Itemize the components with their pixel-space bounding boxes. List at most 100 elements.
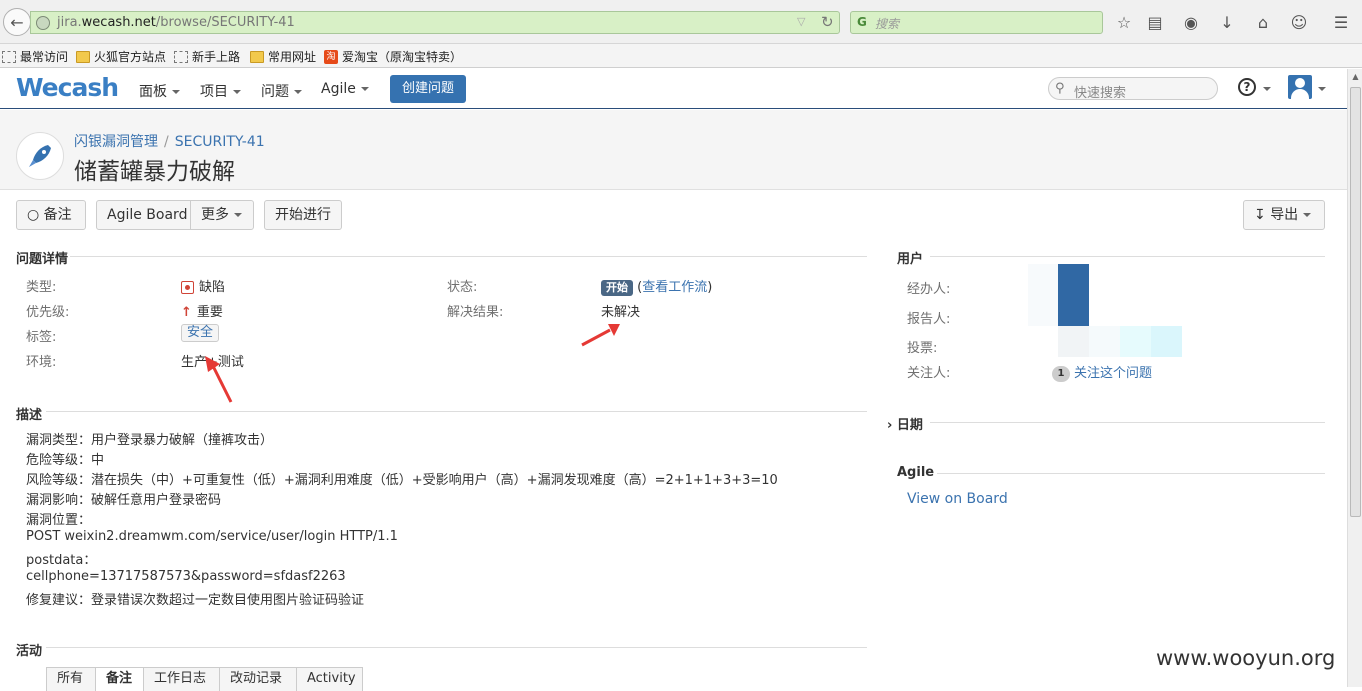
dates-section-toggle[interactable]: › 日期: [887, 414, 923, 433]
tab-worklog[interactable]: 工作日志: [143, 667, 220, 691]
issue-header: 闪银漏洞管理 / SECURITY-41 储蓄罐暴力破解: [0, 110, 1347, 190]
environment-value: 生产+测试: [181, 355, 244, 370]
description-line: POST weixin2.dreamwm.com/service/user/lo…: [26, 529, 398, 544]
chevron-right-icon: ›: [887, 418, 893, 433]
browser-toolbar: ← jira.wecash.net/browse/SECURITY-41 ▽ ↻…: [0, 0, 1362, 44]
watchers-label: 关注人:: [907, 366, 951, 381]
help-caret-icon[interactable]: [1263, 87, 1271, 91]
folder-icon: [76, 50, 90, 63]
annotation-arrow-resolution: [581, 324, 620, 347]
url-dropdown-icon[interactable]: ▽: [797, 15, 805, 28]
breadcrumb: 闪银漏洞管理 / SECURITY-41: [74, 134, 265, 150]
watermark: www.wooyun.org: [1156, 646, 1336, 670]
labels-label: 标签:: [26, 330, 57, 345]
search-engine-icon[interactable]: G: [857, 15, 867, 29]
nav-dashboards[interactable]: 面板: [139, 81, 180, 101]
tab-history[interactable]: 改动记录: [219, 667, 297, 691]
bookmarks-bar: 最常访问 火狐官方站点 新手上路 常用网址 淘爱淘宝（原淘宝特卖）: [0, 44, 1362, 68]
quick-search-input[interactable]: ⚲ 快速搜索: [1048, 77, 1218, 101]
bookmark-getting-started[interactable]: 新手上路: [174, 48, 240, 65]
type-value: 缺陷: [181, 276, 225, 295]
reading-list-icon[interactable]: ▤: [1144, 11, 1166, 33]
user-avatar[interactable]: [1288, 75, 1312, 99]
comment-button[interactable]: ○ 备注: [16, 200, 86, 230]
more-button[interactable]: 更多: [190, 200, 254, 230]
taobao-icon: 淘: [324, 49, 338, 64]
redacted-block: [1058, 326, 1089, 357]
description-divider: [46, 411, 867, 412]
folder-icon: [250, 50, 264, 63]
redacted-block: [1028, 264, 1058, 326]
wecash-logo[interactable]: Wecash: [16, 73, 119, 102]
tab-comments[interactable]: 备注: [95, 667, 144, 691]
status-label: 状态:: [447, 280, 478, 295]
description-line: 风险等级：潜在损失（中）+可重复性（低）+漏洞利用难度（低）+受影响用户（高）+…: [26, 473, 778, 488]
globe-icon: [36, 16, 50, 30]
bug-icon: [181, 281, 194, 294]
comment-icon: ○: [27, 207, 40, 223]
page-icon: [174, 50, 188, 63]
help-icon[interactable]: ?: [1238, 78, 1256, 96]
people-title: 用户: [897, 252, 924, 267]
description-line: 漏洞位置：: [26, 513, 92, 528]
scrollbar-thumb[interactable]: [1350, 87, 1361, 517]
scroll-up-icon[interactable]: ▲: [1348, 69, 1362, 85]
reporter-label: 报告人:: [907, 312, 951, 327]
breadcrumb-project[interactable]: 闪银漏洞管理: [74, 134, 158, 150]
menu-icon[interactable]: ☰: [1330, 11, 1352, 33]
home-icon[interactable]: ⌂: [1252, 11, 1274, 33]
bookmark-aitaobao[interactable]: 淘爱淘宝（原淘宝特卖）: [324, 48, 462, 65]
page-scrollbar[interactable]: ▲: [1347, 69, 1362, 687]
browser-search-input[interactable]: G 搜索: [850, 11, 1103, 34]
votes-label: 投票:: [907, 341, 938, 356]
agile-board-button[interactable]: Agile Board: [96, 200, 191, 230]
nav-agile[interactable]: Agile: [321, 81, 369, 97]
tab-activity[interactable]: Activity: [296, 667, 363, 691]
watch-issue: 1 关注这个问题: [1052, 362, 1152, 382]
watch-count-badge: 1: [1052, 365, 1070, 382]
avatar-caret-icon[interactable]: [1318, 87, 1326, 91]
search-placeholder: 搜索: [875, 17, 900, 31]
page-icon: [2, 50, 16, 63]
nav-projects[interactable]: 项目: [200, 81, 241, 101]
chat-icon[interactable]: ☺: [1288, 11, 1310, 33]
redacted-block: [1120, 326, 1151, 357]
start-progress-button[interactable]: 开始进行: [264, 200, 342, 230]
watch-issue-link[interactable]: 关注这个问题: [1074, 366, 1152, 381]
agile-divider: [937, 473, 1325, 474]
bookmark-most-visited[interactable]: 最常访问: [2, 48, 68, 65]
tab-all[interactable]: 所有: [46, 667, 96, 691]
caret-down-icon: [233, 90, 241, 94]
assignee-label: 经办人:: [907, 282, 951, 297]
pocket-icon[interactable]: ◉: [1180, 11, 1202, 33]
description-line: 漏洞类型：用户登录暴力破解（撞裤攻击）: [26, 433, 274, 448]
status-lozenge: 开始: [601, 279, 633, 296]
label-tag-security[interactable]: 安全: [181, 324, 220, 342]
star-bookmark-icon[interactable]: ☆: [1113, 11, 1135, 33]
nav-issues[interactable]: 问题: [261, 81, 302, 101]
view-workflow-link[interactable]: 查看工作流: [642, 280, 707, 295]
description-line: 危险等级：中: [26, 453, 105, 468]
reload-icon[interactable]: ↻: [821, 13, 834, 31]
priority-value: ↑ 重要: [181, 305, 223, 320]
resolution-value: 未解决: [601, 305, 641, 320]
download-icon[interactable]: ↓: [1216, 11, 1238, 33]
url-bar[interactable]: jira.wecash.net/browse/SECURITY-41 ▽ ↻: [30, 11, 840, 34]
export-button[interactable]: ↧ 导出: [1243, 200, 1325, 230]
bookmark-firefox-site[interactable]: 火狐官方站点: [76, 48, 166, 65]
create-issue-button[interactable]: 创建问题: [390, 75, 466, 103]
description-title: 描述: [16, 408, 43, 423]
app-header: Wecash 面板 项目 问题 Agile 创建问题 ⚲ 快速搜索 ?: [0, 69, 1347, 109]
back-arrow-icon[interactable]: ←: [3, 8, 31, 36]
view-on-board-link[interactable]: View on Board: [907, 491, 1008, 507]
activity-title: 活动: [16, 644, 43, 659]
activity-divider: [46, 647, 867, 648]
breadcrumb-issue-key[interactable]: SECURITY-41: [175, 134, 265, 150]
issue-summary[interactable]: 储蓄罐暴力破解: [74, 152, 235, 186]
bookmark-common-sites[interactable]: 常用网址: [250, 48, 316, 65]
environment-label: 环境:: [26, 355, 57, 370]
resolution-label: 解决结果:: [447, 305, 504, 320]
project-avatar-rocket-icon[interactable]: [16, 132, 64, 180]
agile-title: Agile: [897, 465, 935, 480]
priority-up-arrow-icon: ↑: [181, 305, 192, 320]
